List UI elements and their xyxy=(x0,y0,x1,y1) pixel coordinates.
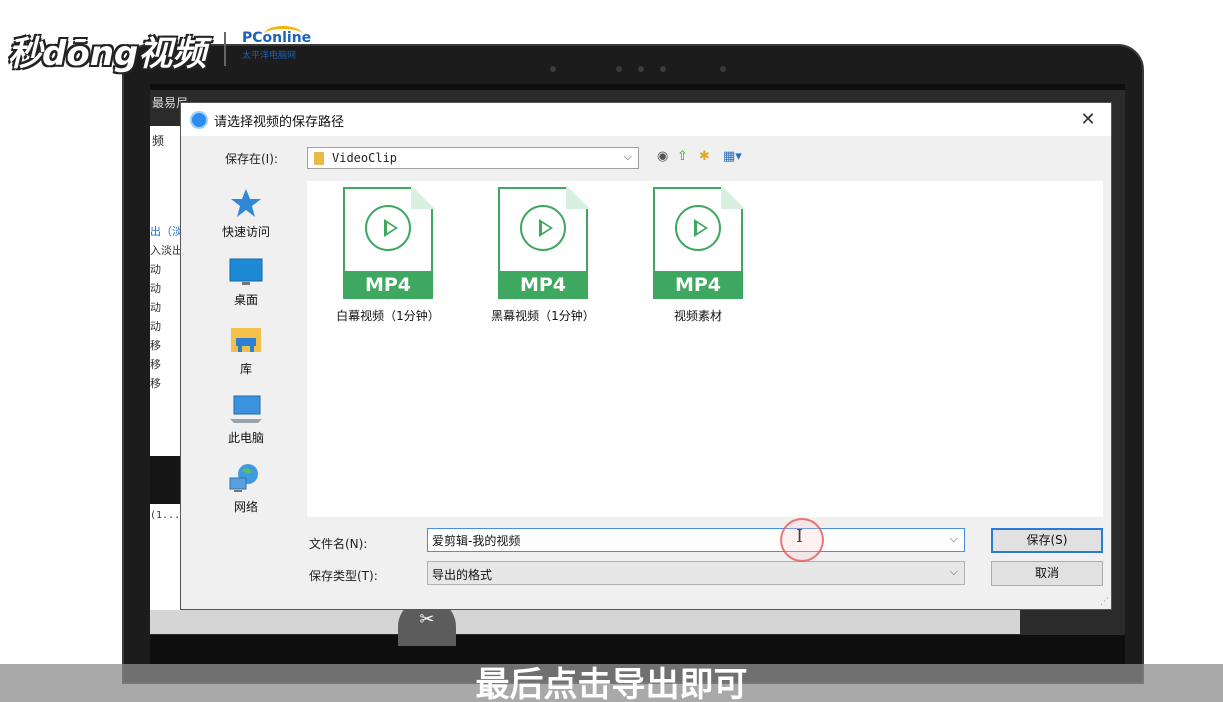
partner-name: PConline xyxy=(242,30,312,46)
place-quick-access[interactable]: 快速访问 xyxy=(203,187,289,240)
file-item[interactable]: MP4 黑幕视频（1分钟） xyxy=(468,185,618,324)
save-in-dropdown[interactable]: VideoClip ⌵ xyxy=(307,147,639,169)
app-icon xyxy=(190,111,208,129)
file-name: 视频素材 xyxy=(673,309,722,323)
text-cursor-icon: I xyxy=(796,526,804,547)
filetype-label: 保存类型(T): xyxy=(309,569,378,583)
new-folder-icon[interactable]: ✱ xyxy=(699,150,710,164)
partner-logo: PConline 太平洋电脑网 xyxy=(238,26,326,66)
filetype-dropdown[interactable]: 导出的格式 ⌵ xyxy=(427,561,965,585)
file-list: MP4 白幕视频（1分钟） MP4 黑幕视频（1分钟） MP4 视频素材 xyxy=(307,181,1103,517)
network-icon xyxy=(229,464,258,492)
resize-grip-icon[interactable]: ⋰ xyxy=(1100,597,1109,607)
dialog-title: 请选择视频的保存路径 xyxy=(214,115,345,130)
place-label: 快速访问 xyxy=(221,225,270,239)
place-this-pc[interactable]: 此电脑 xyxy=(203,393,289,446)
brand-logo: 秒dōng视频 xyxy=(8,34,207,74)
list-item[interactable]: 出（淡 xyxy=(150,222,183,241)
chevron-down-icon: ⌵ xyxy=(949,565,958,578)
file-name: 黑幕视频（1分钟） xyxy=(491,309,595,323)
list-item[interactable]: 动 xyxy=(150,279,183,298)
file-item[interactable]: MP4 白幕视频（1分钟） xyxy=(313,185,463,324)
dialog-titlebar: 请选择视频的保存路径 ✕ xyxy=(181,103,1111,136)
chevron-down-icon: ⌵ xyxy=(623,150,632,163)
view-menu-icon[interactable]: ▦▾ xyxy=(723,150,742,164)
partner-subtitle: 太平洋电脑网 xyxy=(242,51,297,61)
place-label: 库 xyxy=(239,362,252,376)
mp4-file-icon: MP4 xyxy=(343,185,435,299)
file-item[interactable]: MP4 视频素材 xyxy=(623,185,773,324)
list-item[interactable]: 动 xyxy=(150,298,183,317)
place-library[interactable]: 库 xyxy=(203,324,289,377)
place-label: 桌面 xyxy=(233,293,258,307)
folder-icon xyxy=(314,152,324,165)
list-item[interactable]: 移 xyxy=(150,355,183,374)
file-type-badge: MP4 xyxy=(343,271,433,299)
filename-input[interactable] xyxy=(432,531,932,549)
back-icon[interactable]: ◉ xyxy=(657,150,668,164)
desktop-icon xyxy=(229,258,263,285)
list-item[interactable]: 动 xyxy=(150,317,183,336)
places-bar: 快速访问 桌面 库 此电脑 网络 xyxy=(189,179,303,605)
star-icon xyxy=(231,189,261,217)
save-button[interactable]: 保存(S) xyxy=(991,528,1103,553)
list-item[interactable]: 动 xyxy=(150,260,183,279)
mp4-file-icon: MP4 xyxy=(653,185,745,299)
filename-label: 文件名(N): xyxy=(309,537,368,551)
list-item[interactable]: 移 xyxy=(150,336,183,355)
background-code-text: (1... xyxy=(150,510,181,521)
subtitle-caption: 最后点击导出即可 xyxy=(475,665,748,702)
file-type-badge: MP4 xyxy=(653,271,743,299)
background-tab[interactable]: 频 xyxy=(152,132,164,149)
logo-divider xyxy=(224,32,226,66)
place-desktop[interactable]: 桌面 xyxy=(203,255,289,308)
save-in-label: 保存在(I): xyxy=(225,152,278,166)
file-name: 白幕视频（1分钟） xyxy=(336,309,440,323)
background-effect-list: 出（淡 入淡出 动 动 动 动 移 移 移 xyxy=(150,222,183,393)
cancel-button[interactable]: 取消 xyxy=(991,561,1103,586)
filename-field[interactable]: ⌵ xyxy=(427,528,965,552)
laptop-camera xyxy=(540,60,740,78)
place-network[interactable]: 网络 xyxy=(203,462,289,515)
filetype-value: 导出的格式 xyxy=(432,568,493,582)
library-icon xyxy=(231,328,261,352)
list-item[interactable]: 移 xyxy=(150,374,183,393)
current-folder: VideoClip xyxy=(332,151,398,165)
place-label: 网络 xyxy=(233,500,258,514)
close-button[interactable]: ✕ xyxy=(1075,107,1101,133)
up-folder-icon[interactable]: ⇧ xyxy=(677,150,688,164)
background-toolbar xyxy=(150,610,1020,634)
mp4-file-icon: MP4 xyxy=(498,185,590,299)
save-dialog: 请选择视频的保存路径 ✕ 保存在(I): VideoClip ⌵ ◉ ⇧ ✱ ▦… xyxy=(180,102,1112,610)
place-label: 此电脑 xyxy=(227,431,264,445)
file-type-badge: MP4 xyxy=(498,271,588,299)
chevron-down-icon[interactable]: ⌵ xyxy=(950,532,958,546)
list-item[interactable]: 入淡出 xyxy=(150,241,183,260)
computer-icon xyxy=(230,395,262,423)
